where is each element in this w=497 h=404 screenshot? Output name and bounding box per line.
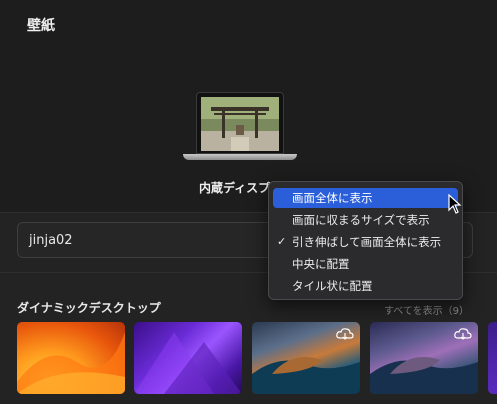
menu-item-label: 引き伸ばして画面全体に表示 bbox=[292, 235, 442, 249]
laptop-screen bbox=[196, 92, 284, 154]
menu-item-stretch[interactable]: ✓ 引き伸ばして画面全体に表示 bbox=[273, 232, 458, 252]
purple-waves-image bbox=[134, 332, 242, 394]
wallpaper-preview-image bbox=[201, 97, 279, 151]
menu-item-fit-to-screen[interactable]: 画面に収まるサイズで表示 bbox=[273, 210, 458, 230]
wallpaper-thumbnail[interactable] bbox=[370, 322, 478, 394]
menu-item-fill-screen[interactable]: 画面全体に表示 bbox=[273, 188, 458, 208]
checkmark-icon: ✓ bbox=[277, 235, 287, 248]
cloud-download-icon bbox=[336, 328, 354, 340]
wallpaper-thumbnail[interactable] bbox=[17, 322, 125, 394]
wallpaper-select-value: jinja02 bbox=[29, 233, 73, 248]
cloud-download-icon bbox=[454, 328, 472, 340]
laptop-base bbox=[183, 154, 297, 160]
menu-item-center[interactable]: 中央に配置 bbox=[273, 254, 458, 274]
menu-item-label: タイル状に配置 bbox=[292, 279, 373, 293]
wallpaper-thumbnail[interactable] bbox=[488, 322, 497, 394]
menu-item-tile[interactable]: タイル状に配置 bbox=[273, 276, 458, 296]
orange-waves-image bbox=[17, 332, 125, 394]
shrine-gate-image bbox=[201, 97, 279, 151]
wallpaper-thumbnail[interactable] bbox=[252, 322, 360, 394]
wallpaper-thumbnail[interactable] bbox=[134, 322, 242, 394]
show-all-link[interactable]: すべてを表示（9） bbox=[384, 302, 469, 317]
context-menu: 画面全体に表示 画面に収まるサイズで表示 ✓ 引き伸ばして画面全体に表示 中央に… bbox=[268, 181, 463, 300]
menu-item-label: 中央に配置 bbox=[292, 257, 350, 271]
section-title: ダイナミックデスクトップ bbox=[17, 301, 161, 315]
display-preview bbox=[183, 92, 297, 164]
menu-item-label: 画面に収まるサイズで表示 bbox=[292, 213, 430, 227]
menu-item-label: 画面全体に表示 bbox=[292, 191, 373, 205]
page-title: 壁紙 bbox=[27, 18, 55, 34]
mouse-pointer-icon bbox=[448, 194, 462, 214]
